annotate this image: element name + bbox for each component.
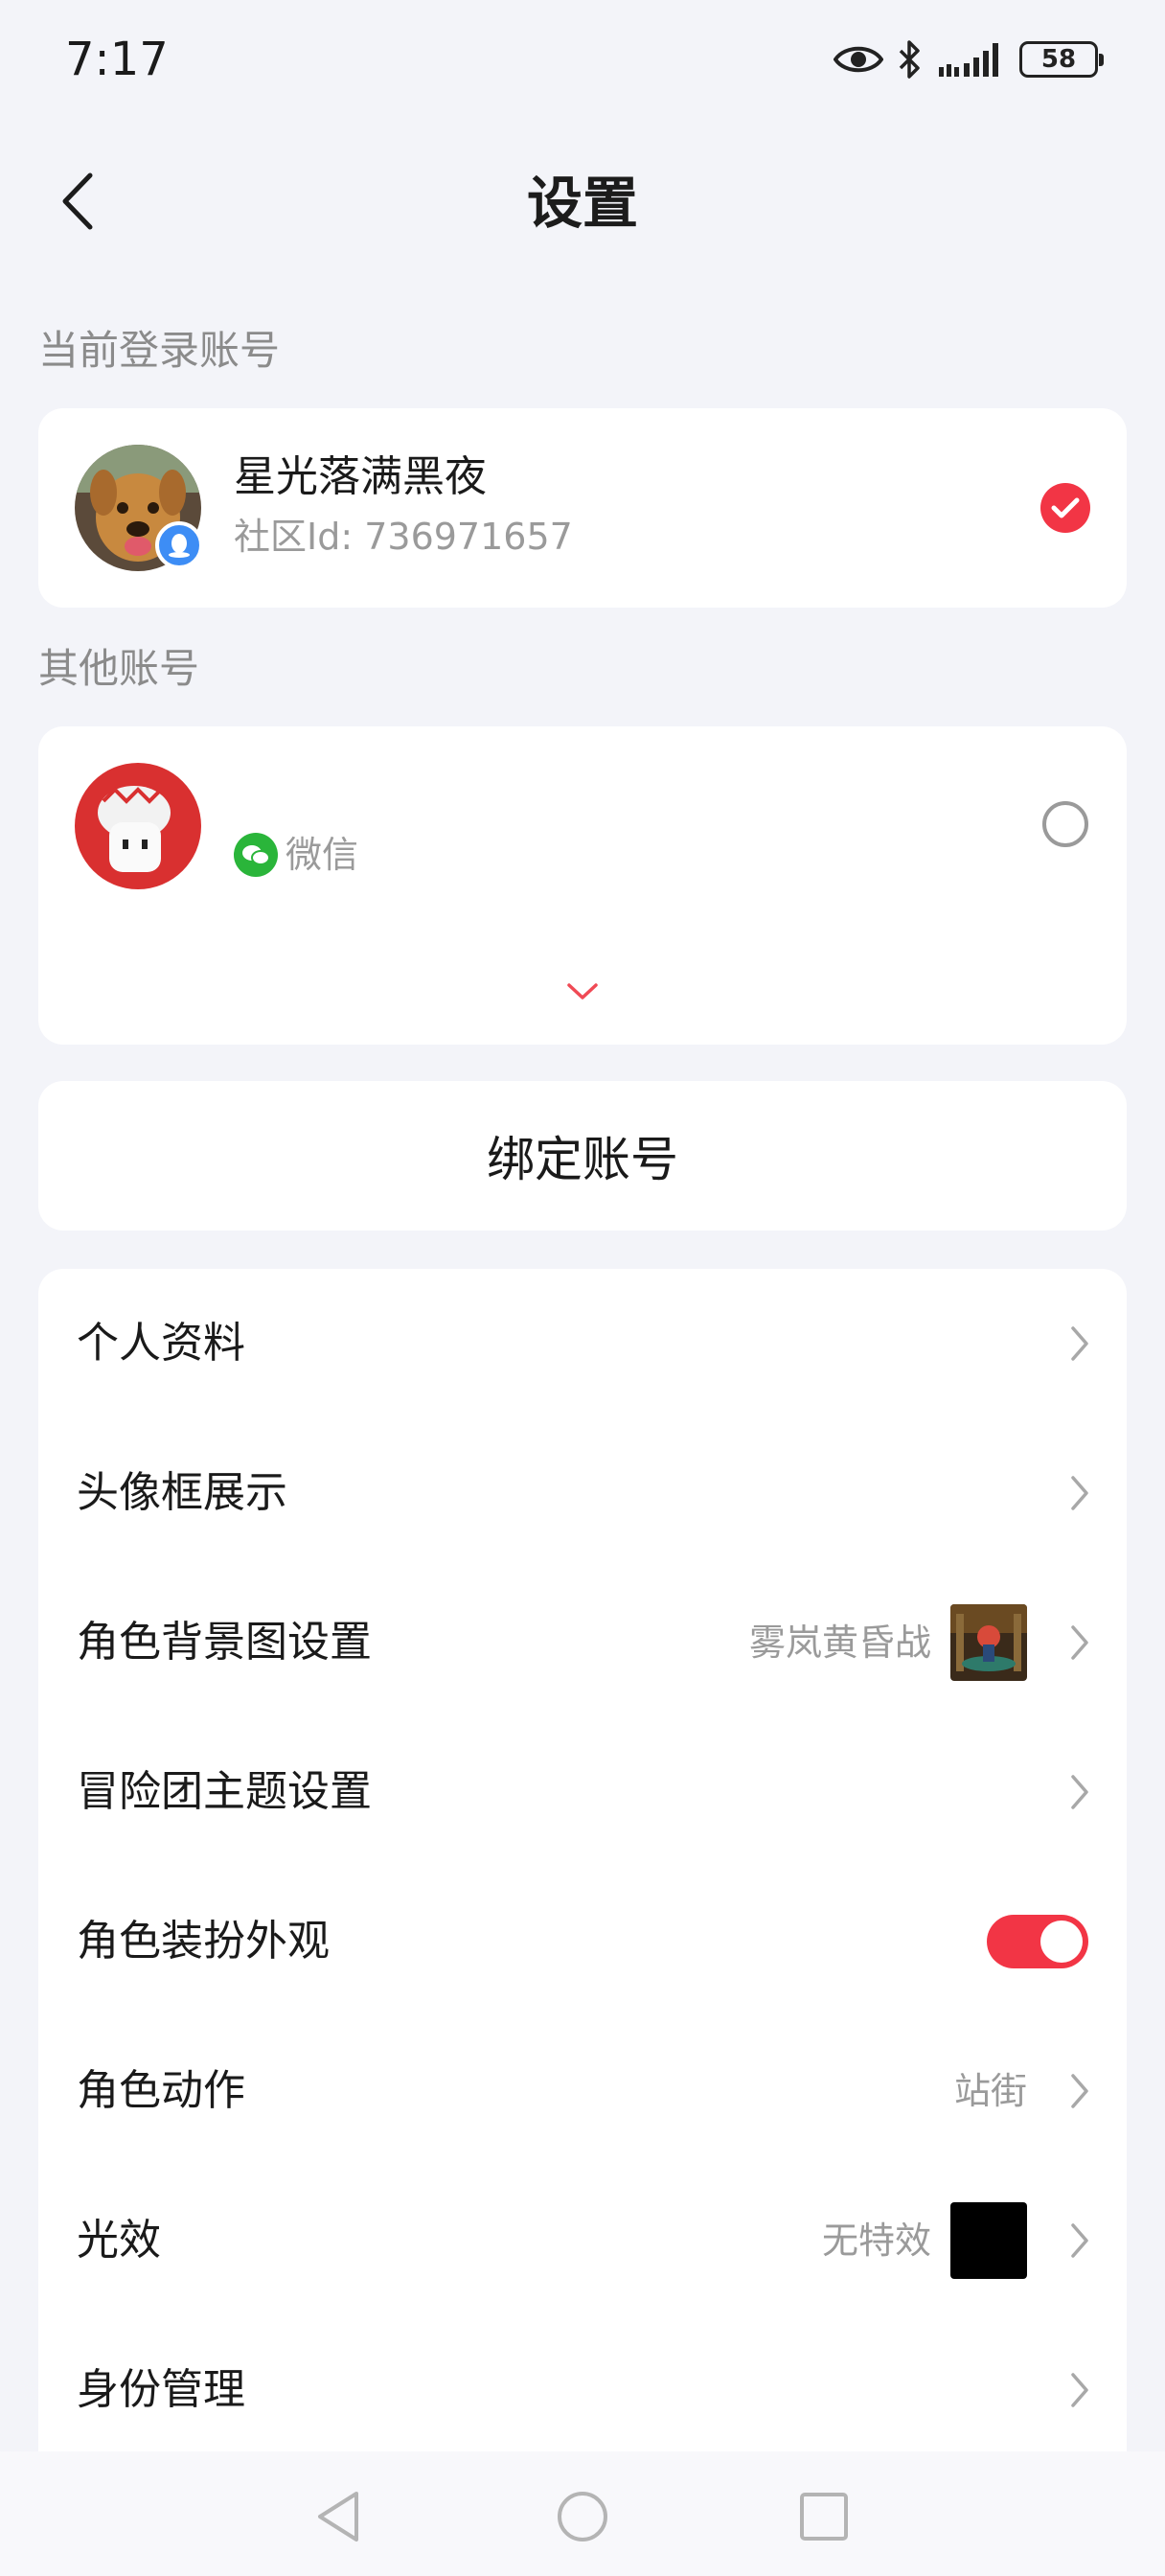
bind-account-button[interactable]: 绑定账号 xyxy=(38,1081,1127,1230)
expand-button[interactable] xyxy=(537,958,628,1025)
nav-home-icon[interactable] xyxy=(554,2488,611,2545)
community-id: 社区Id: 736971657 xyxy=(234,516,573,558)
chevron-right-icon xyxy=(1071,1326,1088,1361)
status-icons: 58 xyxy=(834,36,1104,82)
other-accounts-card: 微信 xyxy=(38,726,1127,1045)
outfit-toggle[interactable] xyxy=(987,1915,1088,1968)
nav-back-icon[interactable] xyxy=(312,2488,366,2545)
battery-icon: 58 xyxy=(1019,41,1104,78)
other-accounts-label: 其他账号 xyxy=(38,645,200,692)
platform-tag: 微信 xyxy=(234,832,358,878)
menu-item-label: 角色装扮外观 xyxy=(77,1917,330,1966)
menu-item-value: 无特效 xyxy=(821,2220,931,2262)
menu-item-value: 雾岚黄昏战 xyxy=(748,1622,931,1664)
unselected-radio[interactable] xyxy=(1042,801,1088,847)
menu-item-label: 个人资料 xyxy=(77,1319,245,1368)
menu-item-character-outfit: 角色装扮外观 xyxy=(38,1867,1127,2016)
chevron-right-icon xyxy=(1071,1775,1088,1809)
menu-item-identity-management[interactable]: 身份管理 xyxy=(38,2315,1127,2465)
chevron-down-icon xyxy=(567,983,598,1000)
bluetooth-icon xyxy=(899,40,920,79)
menu-item-value: 站街 xyxy=(953,2070,1027,2112)
battery-level: 58 xyxy=(1040,45,1077,74)
system-nav-bar xyxy=(0,2451,1165,2576)
selected-check-icon[interactable] xyxy=(1040,483,1090,533)
chevron-right-icon xyxy=(1071,2223,1088,2258)
page-title: 设置 xyxy=(526,171,638,236)
qq-icon xyxy=(155,521,203,569)
toggle-knob xyxy=(1040,1920,1083,1963)
nav-recents-icon[interactable] xyxy=(797,2490,851,2543)
platform-label: 微信 xyxy=(286,834,359,876)
background-thumbnail xyxy=(950,1604,1027,1681)
current-account-card[interactable]: 星光落满黑夜 社区Id: 736971657 xyxy=(38,408,1127,608)
current-account-label: 当前登录账号 xyxy=(38,327,281,374)
menu-item-label: 光效 xyxy=(77,2216,161,2265)
menu-item-profile[interactable]: 个人资料 xyxy=(38,1269,1127,1418)
account-name: 星光落满黑夜 xyxy=(234,452,487,501)
menu-item-label: 头像框展示 xyxy=(77,1468,287,1517)
menu-item-label: 冒险团主题设置 xyxy=(77,1767,372,1816)
status-time: 7:17 xyxy=(65,33,169,86)
menu-item-label: 角色动作 xyxy=(77,2066,245,2115)
signal-icon xyxy=(939,43,998,77)
menu-item-label: 身份管理 xyxy=(77,2365,245,2414)
wechat-icon xyxy=(234,833,278,877)
effect-thumbnail xyxy=(950,2202,1027,2279)
settings-menu: 个人资料 头像框展示 角色背景图设置 雾岚黄昏战 冒险团主题设置 角色装扮外观 … xyxy=(38,1269,1127,2515)
bind-account-label: 绑定账号 xyxy=(487,1132,678,1187)
menu-item-light-effect[interactable]: 光效 无特效 xyxy=(38,2166,1127,2315)
eye-icon xyxy=(834,46,883,73)
mascot-avatar-image xyxy=(75,763,201,889)
menu-item-avatar-frame[interactable]: 头像框展示 xyxy=(38,1418,1127,1568)
chevron-right-icon xyxy=(1071,1625,1088,1660)
chevron-right-icon xyxy=(1071,2373,1088,2407)
other-account-item[interactable]: 微信 xyxy=(38,726,1127,928)
avatar xyxy=(75,763,201,889)
chevron-right-icon xyxy=(1071,2074,1088,2108)
menu-item-character-action[interactable]: 角色动作 站街 xyxy=(38,2016,1127,2166)
chevron-right-icon xyxy=(1071,1476,1088,1510)
menu-item-guild-theme[interactable]: 冒险团主题设置 xyxy=(38,1717,1127,1867)
menu-item-label: 角色背景图设置 xyxy=(77,1618,372,1667)
menu-item-character-background[interactable]: 角色背景图设置 雾岚黄昏战 xyxy=(38,1568,1127,1717)
